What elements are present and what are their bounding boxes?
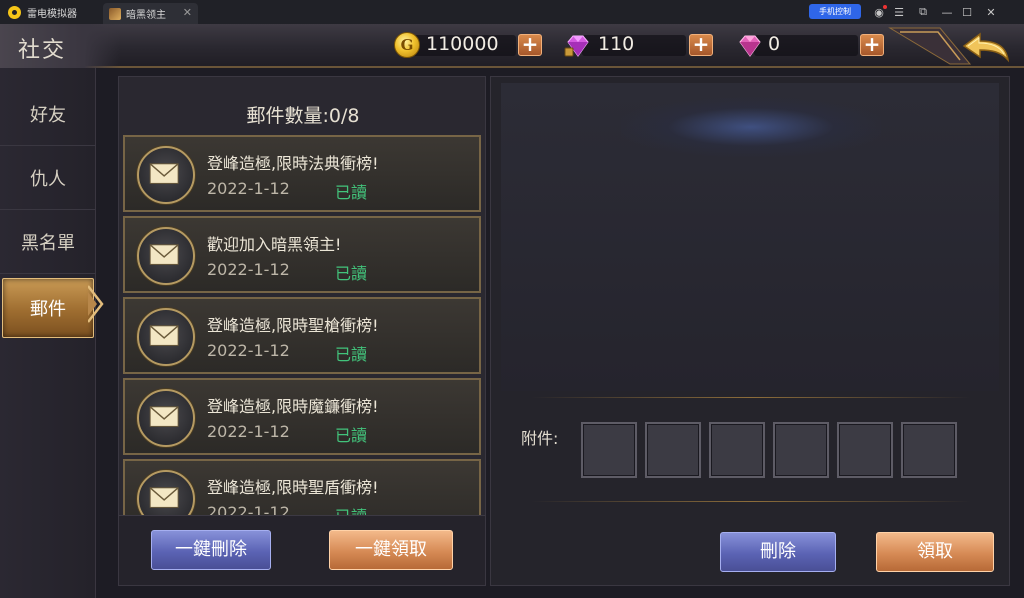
divider	[531, 501, 971, 502]
mail-date: 2022-1-12	[207, 422, 290, 441]
social-sidebar: 好友 仇人 黑名單 郵件	[0, 68, 96, 598]
attachment-slot[interactable]	[709, 422, 765, 478]
attachment-slot[interactable]	[581, 422, 637, 478]
emulator-app-name: 雷电模拟器	[27, 8, 77, 20]
gold-value: 110000	[426, 33, 499, 55]
mail-title: 登峰造極,限時魔鐮衝榜!	[207, 397, 379, 416]
gold-coin-icon: G	[394, 32, 420, 58]
envelope-icon	[137, 227, 195, 285]
mail-detail-panel: 附件: 刪除 領取	[490, 76, 1010, 586]
add-gold-button[interactable]: +	[518, 34, 542, 56]
sidebar-item-label: 黑名單	[21, 232, 75, 254]
close-window-icon[interactable]: ✕	[980, 0, 1002, 24]
claim-label: 領取	[917, 541, 953, 562]
attachment-slot[interactable]	[645, 422, 701, 478]
close-tab-icon[interactable]: ✕	[183, 6, 192, 19]
mail-status: 已讀	[335, 264, 368, 283]
phone-control-button[interactable]: 手机控制	[809, 4, 861, 19]
user-icon[interactable]: ◉	[868, 0, 890, 24]
sidebar-item-label: 郵件	[30, 299, 66, 320]
delete-label: 刪除	[760, 541, 796, 562]
locked-gem-icon	[564, 35, 589, 57]
gem-value: 0	[768, 33, 781, 55]
envelope-icon	[137, 389, 195, 447]
app-window: 雷电模拟器 暗黑领主 ✕ 手机控制 ◉ ☰ ⧉ — ☐ ✕ 社交 G 11000…	[0, 0, 1024, 598]
mail-title: 登峰造極,限時聖盾衝榜!	[207, 478, 379, 497]
gem-icon	[739, 35, 761, 57]
mail-list-panel: 郵件數量:0/8 登峰造極,限時法典衝榜! 2022-1-12 已讀 歡迎加入暗…	[118, 76, 486, 586]
mail-status: 已讀	[335, 183, 368, 202]
attachment-label: 附件:	[521, 429, 559, 448]
add-bound-gem-button[interactable]: +	[689, 34, 713, 56]
sidebar-item-label: 好友	[30, 104, 66, 126]
envelope-icon	[137, 308, 195, 366]
sidebar-item-enemies[interactable]: 仇人	[0, 146, 96, 210]
claim-button[interactable]: 領取	[876, 532, 994, 572]
notification-dot	[883, 5, 887, 9]
menu-icon[interactable]: ☰	[888, 0, 910, 24]
page-title: 社交	[18, 38, 67, 63]
mail-count: 郵件數量:0/8	[246, 105, 360, 127]
mail-date: 2022-1-12	[207, 341, 290, 360]
mail-item[interactable]: 登峰造極,限時聖槍衝榜! 2022-1-12 已讀	[123, 297, 481, 374]
mail-status: 已讀	[335, 345, 368, 364]
phone-control-label: 手机控制	[819, 7, 851, 16]
sidebar-item-blacklist[interactable]: 黑名單	[0, 210, 96, 274]
minimize-icon[interactable]: —	[936, 0, 958, 24]
claim-all-label: 一鍵領取	[355, 539, 427, 560]
delete-button[interactable]: 刪除	[720, 532, 836, 572]
mail-status: 已讀	[335, 426, 368, 445]
popout-icon[interactable]: ⧉	[912, 0, 934, 24]
attachment-slot[interactable]	[773, 422, 829, 478]
envelope-icon	[137, 146, 195, 204]
mail-date: 2022-1-12	[207, 179, 290, 198]
sidebar-item-friends[interactable]: 好友	[0, 82, 96, 146]
game-tab[interactable]: 暗黑领主 ✕	[103, 3, 198, 24]
game-header: 社交 G 110000 + 110 + 0 +	[0, 24, 1024, 68]
header-glow	[621, 97, 881, 157]
delete-all-label: 一鍵刪除	[175, 539, 247, 560]
gem-currency: 0 +	[736, 32, 886, 58]
claim-all-button[interactable]: 一鍵領取	[329, 530, 453, 570]
mail-date: 2022-1-12	[207, 260, 290, 279]
mail-item[interactable]: 登峰造極,限時法典衝榜! 2022-1-12 已讀	[123, 135, 481, 212]
mail-list-footer: 一鍵刪除 一鍵領取	[119, 515, 485, 585]
emulator-titlebar: 雷电模拟器 暗黑领主 ✕ 手机控制 ◉ ☰ ⧉ — ☐ ✕	[0, 0, 1024, 24]
sidebar-item-label: 仇人	[30, 168, 66, 190]
mail-title: 歡迎加入暗黑領主!	[207, 235, 342, 254]
attachment-slot[interactable]	[901, 422, 957, 478]
game-tab-title: 暗黑领主	[126, 10, 166, 21]
emulator-app-tab[interactable]: 雷电模拟器	[0, 0, 100, 24]
sidebar-item-mail[interactable]: 郵件	[2, 278, 94, 338]
attachment-slot[interactable]	[837, 422, 893, 478]
mail-item[interactable]: 歡迎加入暗黑領主! 2022-1-12 已讀	[123, 216, 481, 293]
mail-title: 登峰造極,限時聖槍衝榜!	[207, 316, 379, 335]
gold-currency: G 110000 +	[394, 32, 544, 58]
emulator-logo-icon	[8, 5, 21, 19]
mail-list[interactable]: 登峰造極,限時法典衝榜! 2022-1-12 已讀 歡迎加入暗黑領主! 2022…	[123, 135, 481, 569]
active-tab-arrow-icon	[88, 285, 104, 323]
divider	[531, 397, 971, 398]
delete-all-button[interactable]: 一鍵刪除	[151, 530, 271, 570]
game-tab-icon	[109, 7, 121, 20]
maximize-icon[interactable]: ☐	[956, 0, 978, 24]
back-arrow-icon[interactable]	[946, 26, 1018, 66]
bound-gem-currency: 110 +	[564, 32, 714, 58]
mail-title: 登峰造極,限時法典衝榜!	[207, 154, 379, 173]
bound-gem-value: 110	[598, 33, 635, 55]
mail-item[interactable]: 登峰造極,限時魔鐮衝榜! 2022-1-12 已讀	[123, 378, 481, 455]
